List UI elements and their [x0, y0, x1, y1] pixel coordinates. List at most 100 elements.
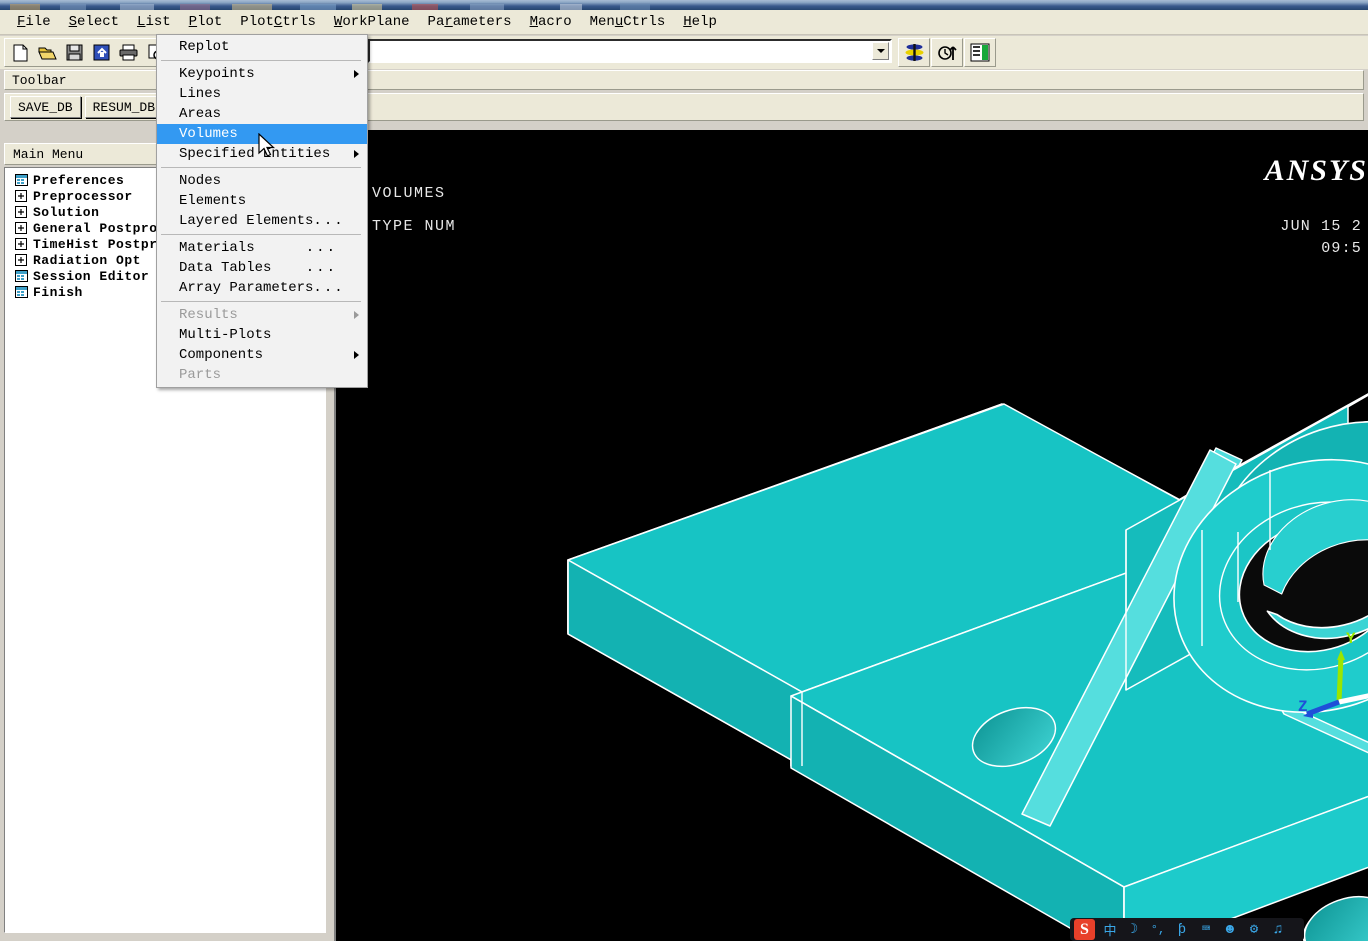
open-folder-icon[interactable]	[35, 40, 60, 65]
menu-item-layered-elements[interactable]: Layered Elements ...	[157, 211, 367, 231]
menu-separator	[161, 167, 361, 168]
submenu-arrow-icon	[354, 311, 359, 319]
plus-box-icon	[15, 190, 27, 202]
menu-item-label: Parts	[179, 367, 222, 383]
menu-plotctrls[interactable]: PlotCtrls	[231, 12, 325, 32]
toolbar-label: Toolbar	[12, 72, 67, 88]
chinese-mode-icon[interactable]: 中	[1101, 921, 1119, 939]
menu-select[interactable]: Select	[60, 12, 128, 32]
menu-item-elements[interactable]: Elements	[157, 191, 367, 211]
menu-item-ellipsis: ...	[313, 280, 345, 296]
menu-separator	[161, 60, 361, 61]
window-title-bar	[0, 0, 1368, 10]
triad-label-y: Y	[1346, 630, 1356, 648]
menu-item-label: Replot	[179, 39, 230, 55]
print-icon[interactable]	[116, 40, 141, 65]
menu-item-label: Components	[179, 347, 264, 363]
report-generator-icon[interactable]	[968, 40, 992, 65]
menu-item-replot[interactable]: Replot	[157, 37, 367, 57]
menu-item-label: Volumes	[179, 126, 238, 142]
menu-item-specified-entities[interactable]: Specified Entities	[157, 144, 367, 164]
punctuation-icon[interactable]: °,	[1149, 921, 1167, 939]
save-icon[interactable]	[62, 40, 87, 65]
menu-macro[interactable]: Macro	[521, 12, 581, 32]
graphics-time: 09:5	[1321, 240, 1362, 257]
menu-bar: File Select List Plot PlotCtrls WorkPlan…	[0, 10, 1368, 35]
moon-icon[interactable]: ☽	[1125, 921, 1143, 939]
menu-item-label: Lines	[179, 86, 222, 102]
skin-icon[interactable]: ♫	[1269, 921, 1287, 939]
menu-item-multi-plots[interactable]: Multi-Plots	[157, 325, 367, 345]
triad-label-z: Z	[1298, 698, 1308, 716]
menu-workplane[interactable]: WorkPlane	[325, 12, 419, 32]
new-file-icon[interactable]	[8, 40, 33, 65]
menu-item-ellipsis: ...	[313, 213, 345, 229]
menu-item-lines[interactable]: Lines	[157, 84, 367, 104]
menu-item-materials[interactable]: Materials ...	[157, 238, 367, 258]
command-input-combo[interactable]	[368, 39, 892, 63]
save-as-icon[interactable]	[89, 40, 114, 65]
menu-item-nodes[interactable]: Nodes	[157, 171, 367, 191]
plus-box-icon	[15, 206, 27, 218]
tree-item-label: Preferences	[33, 172, 125, 188]
user-icon[interactable]: ☻	[1221, 921, 1239, 939]
resum-db-button[interactable]: RESUM_DB	[84, 96, 164, 118]
tree-item-label: TimeHist Postpro	[33, 236, 166, 252]
menu-item-components[interactable]: Components	[157, 345, 367, 365]
graphics-window[interactable]: ANSYS VOLUMES TYPE NUM JUN 15 2 09:5 Y X…	[334, 130, 1368, 941]
menu-item-results: Results	[157, 305, 367, 325]
menu-item-label: Array Parameters	[179, 280, 314, 296]
graphics-title-volumes: VOLUMES	[372, 185, 446, 202]
report-generator-group	[964, 38, 996, 67]
tree-item-label: Preprocessor	[33, 188, 133, 204]
save-db-button[interactable]: SAVE_DB	[10, 96, 81, 118]
menu-item-label: Elements	[179, 193, 247, 209]
graphics-date: JUN 15 2	[1280, 218, 1362, 235]
menu-item-label: Nodes	[179, 173, 222, 189]
pan-zoom-rotate-icon[interactable]	[902, 40, 926, 65]
plus-box-icon	[15, 238, 27, 250]
menu-separator	[161, 301, 361, 302]
undo-icon[interactable]	[935, 40, 959, 65]
submenu-arrow-icon	[354, 351, 359, 359]
menu-separator	[161, 234, 361, 235]
chevron-down-icon[interactable]	[872, 42, 889, 60]
command-input[interactable]	[370, 41, 872, 61]
menu-item-ellipsis: ...	[305, 240, 337, 256]
menu-menuctrls[interactable]: MenuCtrls	[581, 12, 675, 32]
microphone-icon[interactable]: ƥ	[1173, 921, 1191, 939]
dialog-icon	[15, 286, 28, 298]
tree-item-label: Finish	[33, 284, 83, 300]
menu-item-label: Specified Entities	[179, 146, 331, 162]
menu-item-label: Results	[179, 307, 238, 323]
dialog-icon	[15, 270, 28, 282]
menu-item-label: Multi-Plots	[179, 327, 272, 343]
menu-item-array-parameters[interactable]: Array Parameters ...	[157, 278, 367, 298]
menu-item-keypoints[interactable]: Keypoints	[157, 64, 367, 84]
menu-item-data-tables[interactable]: Data Tables ...	[157, 258, 367, 278]
menu-plot[interactable]: Plot	[179, 12, 232, 32]
plot-dropdown-menu[interactable]: Replot Keypoints Lines Areas Volumes Spe…	[156, 34, 368, 388]
menu-parameters[interactable]: Parameters	[419, 12, 521, 32]
menu-item-label: Areas	[179, 106, 222, 122]
tree-item-label: General Postproc	[33, 220, 166, 236]
plus-box-icon	[15, 222, 27, 234]
menu-item-areas[interactable]: Areas	[157, 104, 367, 124]
submenu-arrow-icon	[354, 70, 359, 78]
sogou-logo-icon[interactable]: S	[1074, 919, 1095, 940]
menu-item-label: Data Tables	[179, 260, 272, 276]
keyboard-icon[interactable]: ⌨	[1197, 921, 1215, 939]
menu-item-label: Materials	[179, 240, 255, 256]
sogou-ime-toolbar[interactable]: S 中 ☽ °, ƥ ⌨ ☻ ⚙ ♫	[1070, 918, 1304, 941]
undo-group	[931, 38, 963, 67]
main-menu-label: Main Menu	[13, 146, 84, 162]
toolbox-icon[interactable]: ⚙	[1245, 921, 1263, 939]
tree-item-label: Solution	[33, 204, 100, 220]
menu-list[interactable]: List	[128, 12, 180, 32]
menu-item-label: Keypoints	[179, 66, 255, 82]
menu-help[interactable]: Help	[674, 12, 726, 32]
menu-file[interactable]: File	[8, 12, 60, 32]
tree-item-label: Radiation Opt	[33, 252, 141, 268]
menu-item-volumes[interactable]: Volumes	[157, 124, 367, 144]
ansys-logo: ANSYS	[1264, 154, 1368, 187]
